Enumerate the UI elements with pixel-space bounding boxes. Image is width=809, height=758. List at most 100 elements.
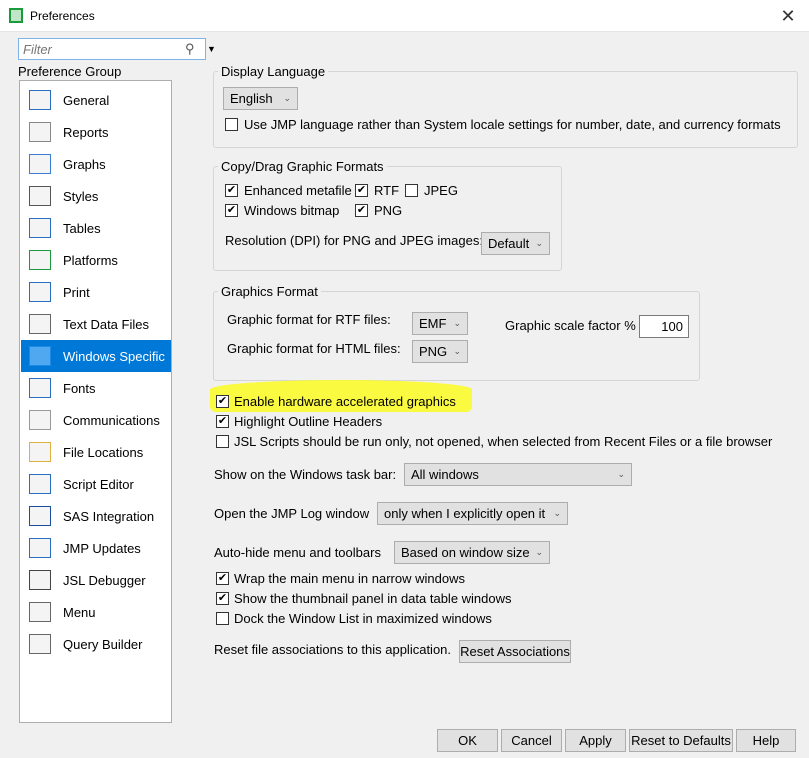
scale-label: Graphic scale factor % [505, 318, 636, 333]
ok-button[interactable]: OK [437, 729, 498, 752]
use-jmp-locale-label: Use JMP language rather than System loca… [244, 117, 781, 132]
folder-icon [25, 438, 55, 466]
tables-icon [25, 214, 55, 242]
preference-group-list[interactable]: General Reports Graphs Styles Tables Platform… [19, 80, 172, 723]
sidebar-item-label: Script Editor [63, 476, 134, 492]
cancel-button[interactable]: Cancel [501, 729, 562, 752]
resolution-value: Default [488, 236, 530, 251]
communications-icon [25, 406, 55, 434]
autohide-dropdown[interactable]: Based on window size ⌄ [394, 541, 550, 564]
highlight-outline-checkbox[interactable]: ✔ [216, 415, 229, 428]
rtf-format-dropdown[interactable]: EMF ⌄ [412, 312, 468, 335]
text-data-icon [25, 310, 55, 338]
graphics-format-title: Graphics Format [218, 284, 321, 299]
chevron-down-icon: ⌄ [453, 346, 461, 356]
png-checkbox[interactable]: ✔ [355, 204, 368, 217]
help-button[interactable]: Help [736, 729, 796, 752]
jpeg-checkbox[interactable] [405, 184, 418, 197]
sidebar-item-label: General [63, 92, 110, 108]
chevron-down-icon: ⌄ [283, 93, 291, 103]
sidebar-item-platforms[interactable]: Platforms [21, 244, 171, 276]
dock-window-list-checkbox[interactable] [216, 612, 229, 625]
apply-button[interactable]: Apply [565, 729, 626, 752]
png-label: PNG [374, 203, 403, 218]
sidebar-item-reports[interactable]: Reports [21, 116, 171, 148]
taskbar-dropdown[interactable]: All windows ⌄ [404, 463, 632, 486]
sidebar-item-label: SAS Integration [63, 508, 155, 524]
platforms-icon [25, 246, 55, 274]
autohide-label: Auto-hide menu and toolbars [214, 545, 381, 560]
display-language-title: Display Language [218, 64, 329, 79]
reset-associations-button[interactable]: Reset Associations [459, 640, 571, 663]
bitmap-checkbox[interactable]: ✔ [225, 204, 238, 217]
sidebar-item-communications[interactable]: Communications [21, 404, 171, 436]
sidebar-item-label: Query Builder [63, 636, 143, 652]
sidebar-item-graphs[interactable]: Graphs [21, 148, 171, 180]
sidebar-item-jmp-updates[interactable]: JMP Updates [21, 532, 171, 564]
sidebar-item-print[interactable]: Print [21, 276, 171, 308]
sidebar-item-file-locations[interactable]: File Locations [21, 436, 171, 468]
sidebar-item-windows-specific[interactable]: Windows Specific [21, 340, 171, 372]
sidebar-item-query-builder[interactable]: Query Builder [21, 628, 171, 660]
autohide-value: Based on window size [401, 545, 530, 560]
emf-label: Enhanced metafile [244, 183, 352, 198]
chevron-down-icon: ⌄ [617, 469, 625, 479]
resolution-label: Resolution (DPI) for PNG and JPEG images… [225, 233, 483, 248]
sidebar-item-label: JSL Debugger [63, 572, 146, 588]
jsl-run-checkbox[interactable] [216, 435, 229, 448]
language-dropdown[interactable]: English ⌄ [223, 87, 298, 110]
log-dropdown[interactable]: only when I explicitly open it ⌄ [377, 502, 568, 525]
sidebar-item-jsl-debugger[interactable]: JSL Debugger [21, 564, 171, 596]
dock-window-list-label: Dock the Window List in maximized window… [234, 611, 492, 626]
html-format-label: Graphic format for HTML files: [227, 341, 401, 356]
sidebar-item-label: Text Data Files [63, 316, 149, 332]
wrap-menu-checkbox[interactable]: ✔ [216, 572, 229, 585]
hw-accel-checkbox[interactable]: ✔ [216, 395, 229, 408]
language-value: English [230, 91, 273, 106]
sidebar-item-menu[interactable]: Menu [21, 596, 171, 628]
database-icon [25, 630, 55, 658]
filter-input[interactable] [19, 39, 179, 59]
sidebar-item-label: Graphs [63, 156, 106, 172]
resolution-dropdown[interactable]: Default ⌄ [481, 232, 550, 255]
taskbar-value: All windows [411, 467, 479, 482]
fonts-icon [25, 374, 55, 402]
sidebar-item-label: Reports [63, 124, 109, 140]
sidebar-item-script-editor[interactable]: Script Editor [21, 468, 171, 500]
sidebar-item-tables[interactable]: Tables [21, 212, 171, 244]
styles-icon [25, 182, 55, 210]
rtf-format-value: EMF [419, 316, 447, 331]
thumbnail-checkbox[interactable]: ✔ [216, 592, 229, 605]
sidebar-item-label: JMP Updates [63, 540, 141, 556]
title-bar: Preferences ✕ [0, 0, 809, 32]
filter-dropdown-arrow[interactable]: ▼ [206, 38, 217, 60]
sidebar-item-text-data-files[interactable]: Text Data Files [21, 308, 171, 340]
reports-icon [25, 118, 55, 146]
sidebar-item-fonts[interactable]: Fonts [21, 372, 171, 404]
use-jmp-locale-checkbox[interactable] [225, 118, 238, 131]
log-label: Open the JMP Log window [214, 506, 370, 521]
sidebar-item-styles[interactable]: Styles [21, 180, 171, 212]
scale-input[interactable]: 100 [639, 315, 689, 338]
emf-checkbox[interactable]: ✔ [225, 184, 238, 197]
app-icon [9, 8, 23, 23]
highlight-outline-label: Highlight Outline Headers [234, 414, 383, 429]
updates-icon [25, 534, 55, 562]
copy-drag-title: Copy/Drag Graphic Formats [218, 159, 387, 174]
jsl-run-label: JSL Scripts should be run only, not open… [234, 434, 773, 449]
sidebar-item-label: Menu [63, 604, 96, 620]
html-format-dropdown[interactable]: PNG ⌄ [412, 340, 468, 363]
reset-defaults-button[interactable]: Reset to Defaults [629, 729, 733, 752]
search-icon[interactable]: ⚲ [185, 41, 195, 57]
sidebar-item-label: File Locations [63, 444, 144, 460]
close-button[interactable]: ✕ [772, 4, 804, 28]
monitor-icon [25, 342, 55, 370]
copy-drag-group [213, 166, 562, 271]
sidebar-item-sas-integration[interactable]: SAS Integration [21, 500, 171, 532]
jpeg-label: JPEG [424, 183, 458, 198]
log-value: only when I explicitly open it [384, 506, 546, 521]
sidebar-item-label: Communications [63, 412, 160, 428]
sidebar-item-label: Tables [63, 220, 101, 236]
rtf-checkbox[interactable]: ✔ [355, 184, 368, 197]
sidebar-item-general[interactable]: General [21, 84, 171, 116]
